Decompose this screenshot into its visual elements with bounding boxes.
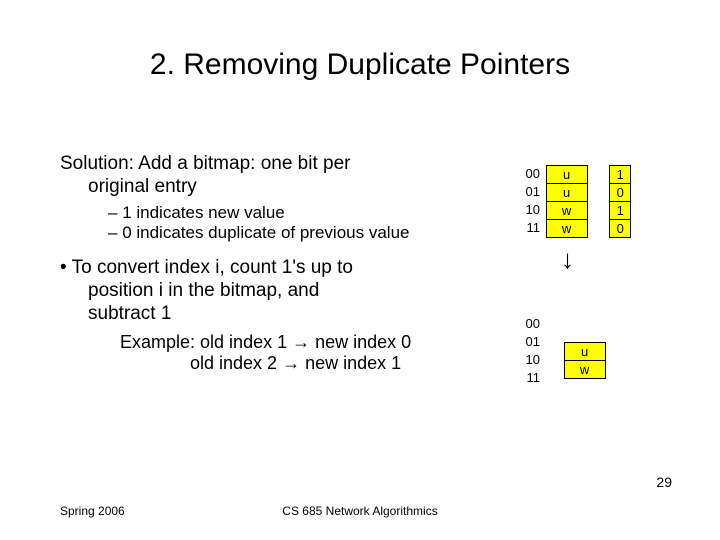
diag1-label-1: 01 <box>520 183 542 201</box>
diag1-bit-0: 1 <box>610 166 630 184</box>
diag1-value-3: w <box>547 220 587 238</box>
diag1-bit-3: 0 <box>610 220 630 238</box>
arrow-down-icon: ↓ <box>561 246 574 272</box>
bullet-convert-a: To convert index i, count 1's up to <box>60 257 490 280</box>
diag2-values-col: u w <box>564 342 606 379</box>
page-number: 29 <box>656 474 672 490</box>
slide: 2. Removing Duplicate Pointers Solution:… <box>0 0 720 540</box>
bullet-convert-b: position i in the bitmap, and <box>60 280 490 303</box>
sub-bullet-1: 1 indicates new value <box>60 203 490 223</box>
diag1-bit-1: 0 <box>610 184 630 202</box>
diag1-value-1: u <box>547 184 587 202</box>
diagram-after: 00 01 10 11 u w <box>520 315 606 387</box>
diag2-label-0: 00 <box>520 315 542 333</box>
diag2-labels: 00 01 10 11 <box>520 315 542 387</box>
diag1-values-col: u u w w <box>546 165 588 238</box>
solution-line-1: Solution: Add a bitmap: one bit per <box>60 153 490 176</box>
diag2-value-1: w <box>565 361 605 379</box>
diag1-label-0: 00 <box>520 165 542 183</box>
sub-bullet-2: 0 indicates duplicate of previous value <box>60 223 490 243</box>
slide-title: 2. Removing Duplicate Pointers <box>0 48 720 82</box>
diag2-label-2: 10 <box>520 351 542 369</box>
diag2-value-0: u <box>565 343 605 361</box>
footer-center: CS 685 Network Algorithmics <box>0 504 720 518</box>
example-line-1: Example: old index 1 → new index 0 <box>60 332 490 354</box>
diag2-label-3: 11 <box>520 369 542 387</box>
diag1-bit-2: 1 <box>610 202 630 220</box>
diag2-label-1: 01 <box>520 333 542 351</box>
bullet-convert-c: subtract 1 <box>60 303 490 326</box>
diag1-bitmap-col: 1 0 1 0 <box>609 165 631 238</box>
diag1-value-2: w <box>547 202 587 220</box>
body-text: Solution: Add a bitmap: one bit per orig… <box>60 153 490 375</box>
diag1-label-3: 11 <box>520 219 542 237</box>
diag1-labels: 00 01 10 11 <box>520 165 542 237</box>
diag1-value-0: u <box>547 166 587 184</box>
diag1-label-2: 10 <box>520 201 542 219</box>
diagram-before: 00 01 10 11 u u w w 1 0 1 0 <box>520 165 631 238</box>
solution-line-2: original entry <box>60 176 490 199</box>
example-line-2: old index 2 → new index 1 <box>60 353 490 375</box>
